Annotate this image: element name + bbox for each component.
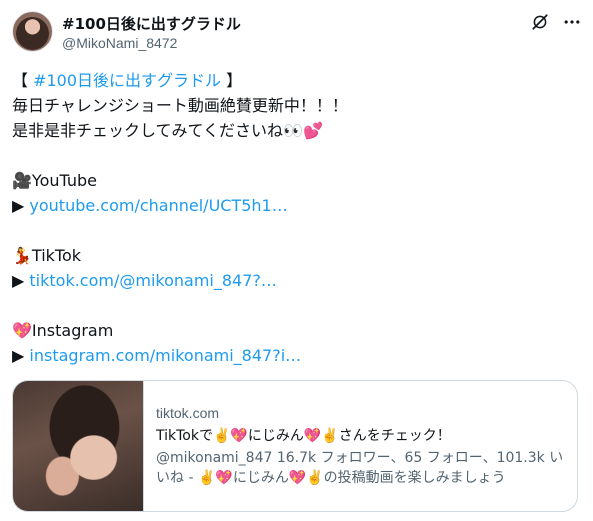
avatar[interactable]: [12, 11, 53, 52]
tweet: #100日後に出すグラドル @MikoNami_8472 【 #100日後に出す…: [0, 0, 593, 521]
card-text[interactable]: tiktok.com TikTokで✌️💖にじみん💖✌️さんをチェック！ @mi…: [156, 403, 566, 488]
card-title: TikTokで✌️💖にじみん💖✌️さんをチェック！: [156, 428, 451, 444]
tweet-text: 【 #100日後に出すグラドル 】 毎日チャレンジショート動画絶賛更新中！！！ …: [12, 68, 577, 368]
instagram-row: ▶ instagram.com/mikonami_847?i…: [12, 343, 577, 368]
hashtag-link[interactable]: #100日後に出すグラドル: [33, 71, 221, 90]
tiktok-row: ▶ tiktok.com/@mikonami_847?…: [12, 268, 577, 293]
card-thumbnail[interactable]: [13, 381, 144, 511]
link-card[interactable]: tiktok.com TikTokで✌️💖にじみん💖✌️さんをチェック！ @mi…: [12, 380, 578, 512]
arrow-icon: ▶: [12, 271, 25, 290]
tweet-line-3: 是非是非チェックしてみてくださいね👀💕: [12, 121, 323, 140]
tweet-line-1: 【 #100日後に出すグラドル 】: [12, 68, 577, 93]
youtube-link[interactable]: youtube.com/channel/UCT5h1…: [29, 196, 287, 215]
card-domain: tiktok.com: [156, 405, 220, 421]
grok-icon[interactable]: [531, 13, 549, 31]
more-icon[interactable]: [562, 12, 582, 32]
instagram-label: 💖Instagram: [12, 321, 114, 340]
tiktok-label: 💃TikTok: [12, 246, 82, 265]
bracket-open: 【: [12, 71, 34, 90]
author-name[interactable]: #100日後に出すグラドル: [62, 13, 241, 34]
arrow-icon: ▶: [12, 196, 25, 215]
youtube-label: 🎥YouTube: [12, 171, 97, 190]
arrow-icon: ▶: [12, 346, 25, 365]
youtube-row: ▶ youtube.com/channel/UCT5h1…: [12, 193, 577, 218]
instagram-link[interactable]: instagram.com/mikonami_847?i…: [29, 346, 301, 365]
tweet-line-2: 毎日チャレンジショート動画絶賛更新中！！！: [12, 96, 348, 115]
card-description: @mikonami_847 16.7k フォロワー、65 フォロー、101.3k…: [156, 450, 564, 486]
bracket-close: 】: [221, 71, 243, 90]
tiktok-link[interactable]: tiktok.com/@mikonami_847?…: [29, 271, 276, 290]
author-handle[interactable]: @MikoNami_8472: [62, 35, 177, 51]
